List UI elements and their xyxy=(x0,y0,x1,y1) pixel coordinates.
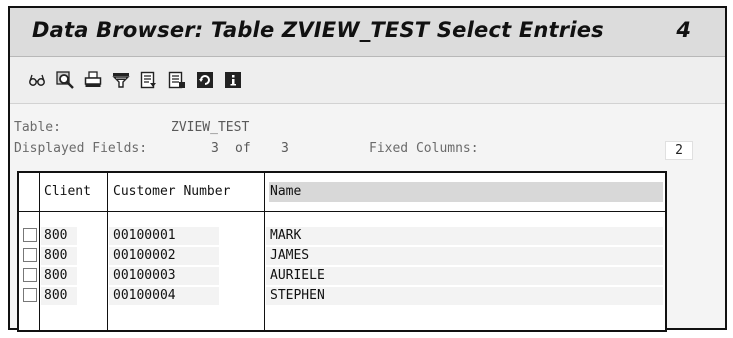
cell-client: 800 xyxy=(44,268,68,283)
displayed-fields-shown: 3 xyxy=(211,141,219,156)
cell-name: STEPHEN xyxy=(270,288,325,303)
column-header-client[interactable]: Client xyxy=(44,182,91,202)
row-select-checkbox[interactable] xyxy=(23,288,37,302)
session-number: 4 xyxy=(676,18,691,42)
title-bar: Data Browser: Table ZVIEW_TEST Select En… xyxy=(10,8,725,57)
cell-name: JAMES xyxy=(270,248,310,263)
column-header-customer-number[interactable]: Customer Number xyxy=(113,182,230,202)
table-name: ZVIEW_TEST xyxy=(171,120,250,135)
cell-client: 800 xyxy=(44,228,68,243)
table-label: Table: xyxy=(14,120,61,135)
magnifier-icon[interactable] xyxy=(56,71,74,89)
row-select-checkbox[interactable] xyxy=(23,228,37,242)
row-select-checkbox[interactable] xyxy=(23,268,37,282)
displayed-fields-of: of xyxy=(235,141,251,156)
displayed-fields-label: Displayed Fields: xyxy=(14,141,148,156)
fixed-columns-label: Fixed Columns: xyxy=(369,141,479,156)
cell-name: MARK xyxy=(270,228,302,243)
cell-client: 800 xyxy=(44,248,68,263)
cell-name: AURIELE xyxy=(270,268,325,283)
cell-customer-number: 00100002 xyxy=(113,248,176,263)
result-table: Client Customer Number Name 800 00100001… xyxy=(17,171,667,332)
cell-customer-number: 00100001 xyxy=(113,228,176,243)
fixed-columns-field[interactable]: 2 xyxy=(665,141,693,160)
info-icon[interactable] xyxy=(224,71,242,89)
cell-client: 800 xyxy=(44,288,68,303)
row-select-checkbox[interactable] xyxy=(23,248,37,262)
window-title: Data Browser: Table ZVIEW_TEST Select En… xyxy=(32,18,604,42)
sap-window: Data Browser: Table ZVIEW_TEST Select En… xyxy=(8,6,727,332)
export-icon[interactable] xyxy=(140,71,158,89)
glasses-icon[interactable] xyxy=(28,71,46,89)
displayed-fields-total: 3 xyxy=(281,141,289,156)
filter-icon[interactable] xyxy=(112,71,130,89)
column-header-name[interactable]: Name xyxy=(270,182,301,202)
cell-customer-number: 00100004 xyxy=(113,288,176,303)
cell-customer-number: 00100003 xyxy=(113,268,176,283)
list-icon[interactable] xyxy=(168,71,186,89)
refresh-icon[interactable] xyxy=(196,71,214,89)
application-toolbar xyxy=(10,57,725,104)
printer-icon[interactable] xyxy=(84,71,102,89)
selection-results: Table: ZVIEW_TEST Displayed Fields: 3 of… xyxy=(10,104,725,332)
